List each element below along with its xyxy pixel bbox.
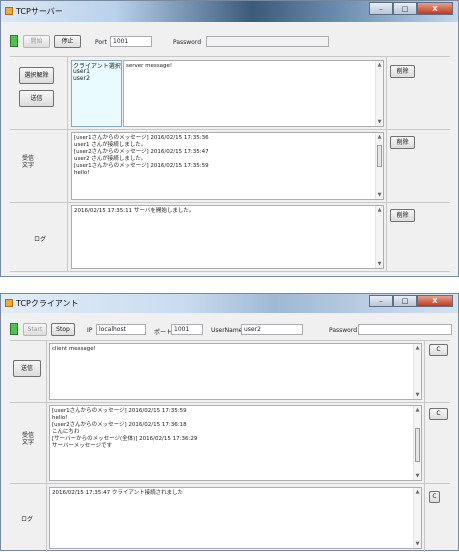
received-line: [user1さんからのメッセージ] 2016/02/15 17:35:36 (74, 135, 209, 141)
port-input[interactable]: 1001 (110, 36, 152, 47)
status-led-icon (10, 323, 18, 335)
start-button[interactable]: Start (23, 323, 47, 336)
delete-log-button[interactable]: 削除 (390, 209, 415, 222)
log-label: ログ (21, 516, 34, 523)
received-line: user2 さんが接続しました。 (74, 156, 147, 162)
log-label: ログ (34, 236, 47, 243)
scroll-down-icon[interactable]: ▼ (376, 192, 383, 198)
app-icon (5, 7, 13, 15)
received-line: [user2さんからのメッセージ] 2016/02/15 17:36:18 (52, 422, 187, 428)
message-text: server message! (126, 63, 173, 69)
clear-log-button[interactable]: C (429, 491, 440, 503)
stop-button[interactable]: Stop (51, 323, 75, 336)
ip-label: IP (87, 327, 93, 334)
list-item[interactable]: user1 (73, 68, 90, 75)
log-textarea[interactable]: 2016/02/15 17:35:11 サーバを開始しました。 (71, 205, 384, 269)
client-window: TCPクライアント – □ X Start Stop IP localhost … (0, 293, 459, 552)
received-label: 受信 文字 (22, 432, 35, 446)
delete-received-button[interactable]: 削除 (390, 136, 415, 149)
received-line: [user1さんからのメッセージ] 2016/02/15 17:35:59 (74, 163, 209, 169)
scroll-down-icon[interactable]: ▼ (414, 392, 421, 398)
password-label: Password (173, 39, 202, 46)
minimize-button[interactable]: – (369, 295, 393, 307)
username-input[interactable]: user2 (241, 324, 303, 335)
scroll-up-icon[interactable]: ▲ (376, 134, 383, 140)
received-line: user1 さんが接続しました。 (74, 142, 147, 148)
send-button[interactable]: 送信 (19, 90, 54, 107)
list-item[interactable]: user2 (73, 75, 90, 82)
username-label: UserName (211, 327, 243, 334)
received-line: [サーバーからのメッセージ(全体)] 2016/02/15 17:36:29 (52, 436, 198, 442)
scroll-up-icon[interactable]: ▲ (376, 207, 383, 213)
minimize-button[interactable]: – (369, 2, 393, 15)
received-line: [user2さんからのメッセージ] 2016/02/15 17:35:47 (74, 149, 209, 155)
message-input[interactable]: client message! (49, 343, 422, 400)
scroll-down-icon[interactable]: ▼ (376, 119, 383, 125)
received-scrollbar[interactable]: ▲ ▼ (413, 406, 421, 480)
password-label: Password (329, 327, 358, 334)
port-input[interactable]: 1001 (171, 324, 203, 335)
client-list[interactable]: クライアント選択 user1 user2 (71, 60, 122, 127)
received-textarea[interactable]: [user1さんからのメッセージ] 2016/02/15 17:35:36 us… (71, 132, 384, 200)
received-textarea[interactable]: [user1さんからのメッセージ] 2016/02/15 17:35:59 he… (49, 405, 422, 481)
log-scrollbar[interactable]: ▲ ▼ (375, 206, 383, 268)
client-title-bar[interactable]: TCPクライアント – □ X (1, 294, 458, 313)
status-led-icon (10, 35, 18, 47)
message-input[interactable]: server message! (123, 60, 384, 127)
delete-message-button[interactable]: 削除 (390, 65, 415, 78)
ip-input[interactable]: localhost (96, 324, 146, 335)
server-title-bar[interactable]: TCPサーバー – □ X (1, 1, 458, 22)
start-button[interactable]: 開始 (23, 35, 50, 48)
deselect-button[interactable]: 選択解除 (19, 67, 54, 84)
app-icon (5, 299, 13, 307)
scroll-down-icon[interactable]: ▼ (414, 473, 421, 479)
scroll-up-icon[interactable]: ▲ (414, 345, 421, 351)
port-label: Port (95, 39, 107, 46)
server-window: TCPサーバー – □ X 開始 停止 Port 1001 Password 選… (0, 0, 459, 277)
server-window-title: TCPサーバー (16, 7, 63, 16)
scroll-up-icon[interactable]: ▲ (414, 489, 421, 495)
message-scrollbar[interactable]: ▲ ▼ (413, 344, 421, 399)
scroll-up-icon[interactable]: ▲ (414, 407, 421, 413)
scroll-down-icon[interactable]: ▼ (414, 541, 421, 547)
scroll-thumb[interactable] (377, 145, 382, 167)
port-label: ポート (154, 329, 173, 336)
received-line: hello! (74, 170, 90, 176)
clear-received-button[interactable]: C (429, 408, 448, 420)
send-button[interactable]: 送信 (13, 360, 41, 377)
received-line: [user1さんからのメッセージ] 2016/02/15 17:35:59 (52, 408, 187, 414)
log-line: 2016/02/15 17:35:47 クライアント接続されました (52, 490, 184, 496)
stop-button[interactable]: 停止 (54, 35, 81, 48)
message-text: client message! (52, 346, 96, 352)
received-line: hello! (52, 415, 68, 421)
received-line: サーバーメッセージです (52, 443, 113, 449)
clear-message-button[interactable]: C (429, 344, 448, 356)
log-textarea[interactable]: 2016/02/15 17:35:47 クライアント接続されました (49, 487, 422, 549)
close-button[interactable]: X (417, 295, 453, 307)
password-input[interactable] (358, 324, 452, 335)
received-line: こんにちわ (52, 429, 80, 435)
maximize-button[interactable]: □ (393, 295, 417, 307)
close-button[interactable]: X (417, 2, 453, 15)
scroll-thumb[interactable] (415, 428, 420, 462)
log-scrollbar[interactable]: ▲ ▼ (413, 488, 421, 548)
received-scrollbar[interactable]: ▲ ▼ (375, 133, 383, 199)
maximize-button[interactable]: □ (393, 2, 417, 15)
log-line: 2016/02/15 17:35:11 サーバを開始しました。 (74, 208, 195, 214)
client-window-title: TCPクライアント (16, 299, 79, 308)
message-scrollbar[interactable]: ▲ ▼ (375, 61, 383, 126)
received-label: 受信 文字 (22, 155, 35, 169)
scroll-up-icon[interactable]: ▲ (376, 62, 383, 68)
scroll-down-icon[interactable]: ▼ (376, 261, 383, 267)
password-input[interactable] (206, 36, 329, 47)
